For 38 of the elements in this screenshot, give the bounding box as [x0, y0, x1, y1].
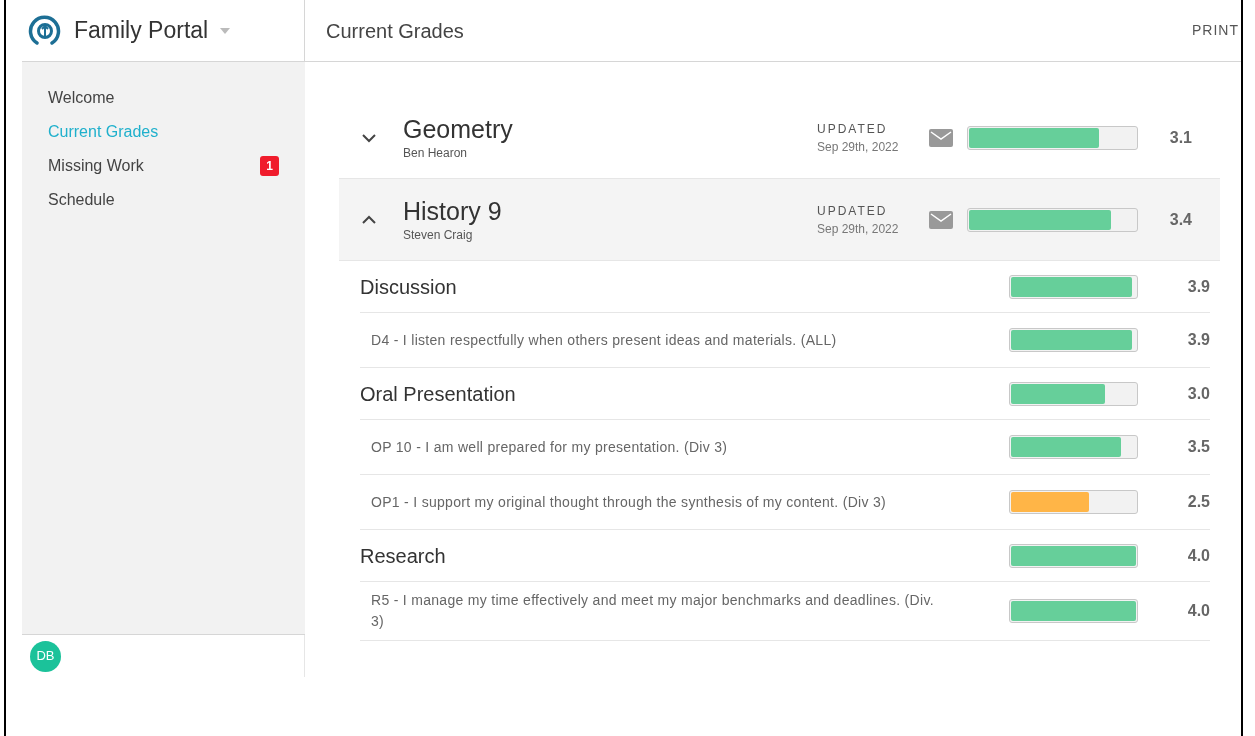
teacher-name: Steven Craig [403, 226, 474, 244]
course-row[interactable]: History 9 Steven Craig UPDATED Sep 29th, 2022 3.4 [339, 179, 1220, 261]
chevron-up-icon[interactable] [361, 214, 377, 225]
app-title[interactable]: Family Portal [74, 13, 209, 48]
mail-icon[interactable] [929, 210, 953, 229]
grade-score: 3.9 [1186, 330, 1210, 350]
grade-score: 4.0 [1186, 545, 1210, 566]
sidebar-item[interactable]: Missing Work 1 [48, 154, 279, 178]
standard-description: R5 - I manage my time effectively and meet my major benchmarks and deadlines. (Div. 3) [370, 591, 935, 631]
standard-description: OP 10 - I am well prepared for my presentation. (Div 3) [370, 437, 729, 457]
print-button[interactable]: PRINT [1192, 20, 1241, 41]
mail-icon[interactable] [929, 128, 953, 147]
sidebar-item[interactable]: Schedule [48, 188, 279, 212]
grade-score: 3.5 [1186, 437, 1210, 457]
teacher-name: Ben Hearon [403, 144, 469, 162]
updated-date: Sep 29th, 2022 [817, 138, 900, 156]
category-name: Oral Presentation [360, 381, 516, 407]
category-name: Research [360, 543, 446, 569]
page-title: Current Grades [326, 18, 464, 44]
grade-score: 3.4 [1168, 209, 1193, 230]
grade-score: 3.1 [1168, 127, 1193, 148]
updated-label: UPDATED [817, 120, 889, 138]
grade-score: 4.0 [1186, 601, 1210, 621]
chevron-down-icon[interactable] [361, 132, 377, 143]
grade-score: 3.9 [1186, 276, 1210, 297]
category-name: Discussion [360, 274, 457, 300]
sidebar-item[interactable]: Welcome [48, 86, 279, 110]
standard-description: D4 - I listen respectfully when others present ideas and materials. (ALL) [370, 330, 838, 350]
standard-description: OP1 - I support my original thought through the synthesis of my content. (Div 3) [370, 492, 887, 512]
updated-label: UPDATED [817, 202, 889, 220]
course-name: History 9 [403, 195, 503, 226]
count-badge: 1 [260, 156, 279, 176]
logo-icon [28, 13, 62, 48]
updated-date: Sep 29th, 2022 [817, 220, 900, 238]
course-name: Geometry [403, 113, 514, 144]
dropdown-caret-icon[interactable] [220, 27, 231, 34]
grade-score: 2.5 [1186, 492, 1210, 512]
grade-score: 3.0 [1186, 383, 1210, 404]
